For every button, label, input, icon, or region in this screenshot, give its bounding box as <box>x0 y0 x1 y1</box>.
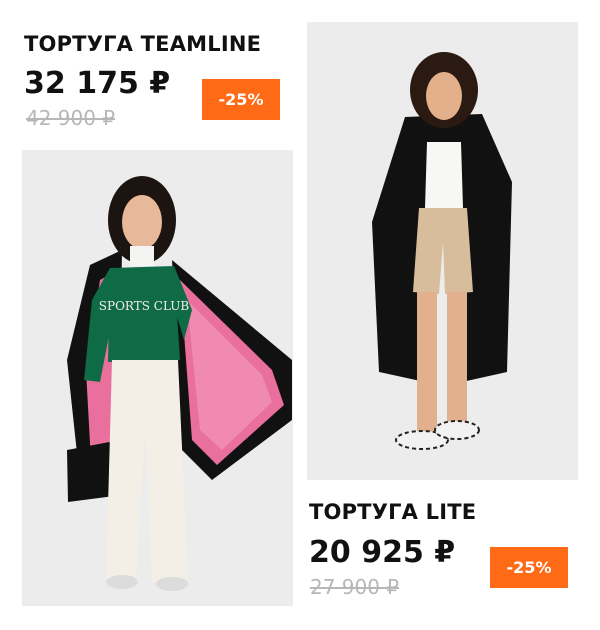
product-title[interactable]: ТОРТУГА LITE <box>309 500 476 524</box>
product-price: 20 925 ₽ <box>309 535 456 570</box>
model-illustration <box>307 22 578 480</box>
product-old-price: 27 900 ₽ <box>310 575 400 599</box>
sweatshirt-text: SPORTS CLUB <box>99 299 190 313</box>
model-illustration: SPORTS CLUB <box>22 150 293 606</box>
discount-badge: -25% <box>490 547 568 588</box>
product-photo[interactable]: SPORTS CLUB <box>22 150 293 606</box>
product-price: 32 175 ₽ <box>24 66 171 101</box>
discount-badge: -25% <box>202 79 280 120</box>
product-old-price: 42 900 ₽ <box>26 106 116 130</box>
product-photo[interactable] <box>307 22 578 480</box>
product-title[interactable]: ТОРТУГА TEAMLINE <box>24 32 261 56</box>
